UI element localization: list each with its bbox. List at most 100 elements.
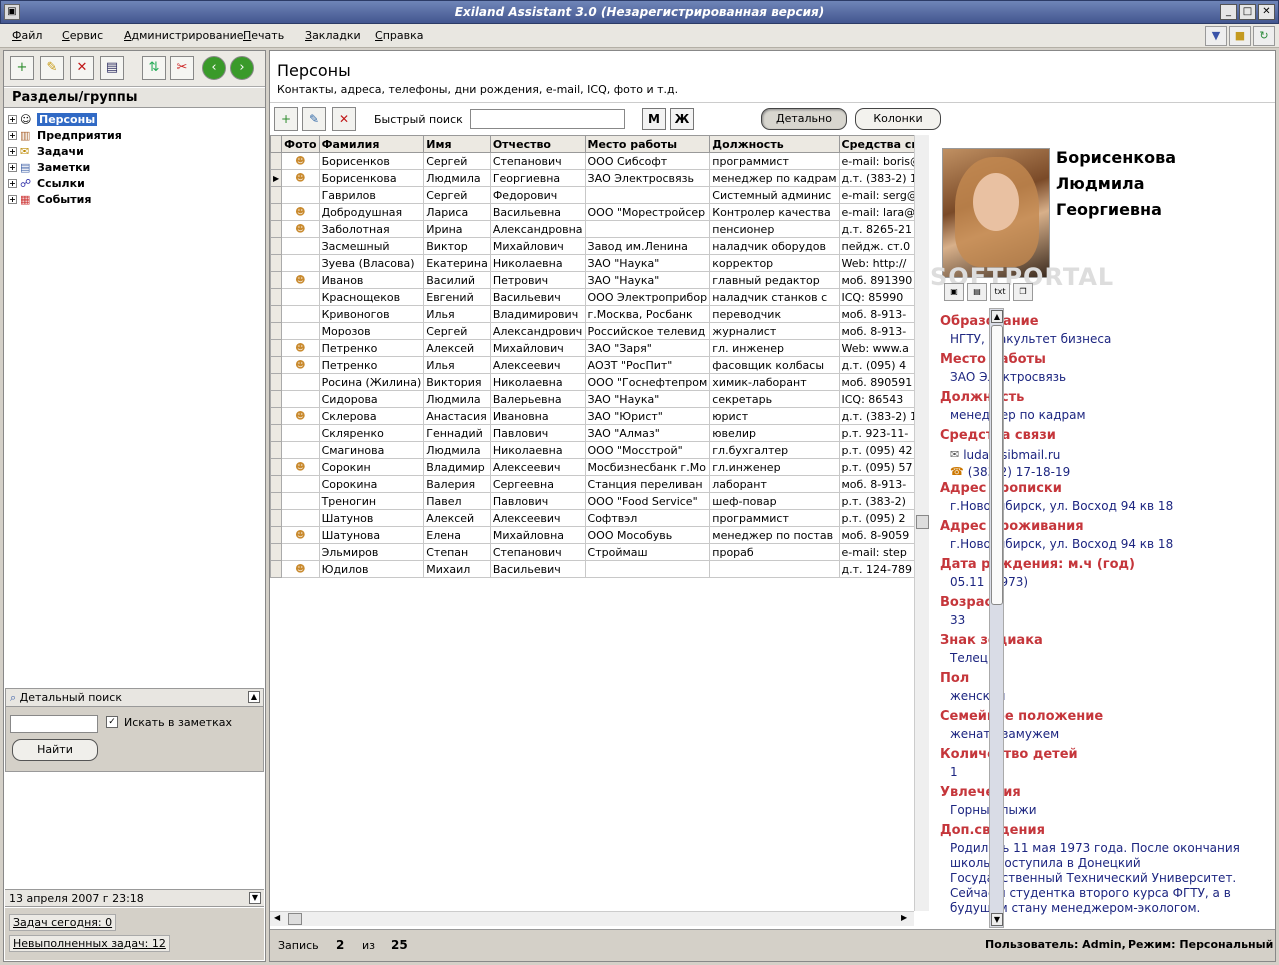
photo-open-icon[interactable]: ▣ bbox=[944, 283, 964, 301]
table-row[interactable]: Краснощеков Евгений Васильевич ООО Электроп… bbox=[270, 288, 914, 306]
scroll-right-icon[interactable]: ▶ bbox=[901, 913, 907, 922]
menu-print[interactable]: Печать bbox=[243, 29, 284, 42]
tree-item-notes[interactable]: + ▤ Заметки bbox=[8, 159, 122, 175]
expand-icon[interactable]: + bbox=[8, 130, 17, 140]
view-detail-button[interactable]: Детально bbox=[761, 108, 847, 130]
scroll-left-icon[interactable]: ◀ bbox=[274, 913, 280, 922]
scroll-down-icon[interactable]: ▼ bbox=[991, 913, 1003, 926]
close-button[interactable]: ✕ bbox=[1258, 4, 1275, 20]
forward-icon[interactable]: › bbox=[230, 56, 254, 80]
table-row[interactable]: Сорокина Валерия Сергеевна Станция перелива… bbox=[270, 475, 914, 493]
table-row[interactable]: Эльмиров Степан Степанович Строймаш прораб e-… bbox=[270, 543, 914, 561]
column-header[interactable]: Место работы bbox=[584, 135, 711, 153]
scroll-thumb[interactable] bbox=[916, 515, 929, 529]
view-columns-button[interactable]: Колонки bbox=[855, 108, 941, 130]
table-row[interactable]: ☻ Добродушная Лариса Васильевна ООО "Морестр… bbox=[270, 203, 914, 221]
refresh-icon[interactable]: ↻ bbox=[1253, 26, 1275, 46]
table-row[interactable]: ☻ Заболотная Ирина Александровна пенсионер д.… bbox=[270, 220, 914, 238]
expand-icon[interactable]: + bbox=[8, 194, 17, 204]
filter-female-button[interactable]: Ж bbox=[670, 108, 694, 130]
table-row[interactable]: Скляренко Геннадий Павлович ЗАО "Алмаз" ювел… bbox=[270, 424, 914, 442]
table-row[interactable]: ☻ Петренко Алексей Михайлович ЗАО "Заря" гл. … bbox=[270, 339, 914, 357]
photo-load-icon[interactable]: ▤ bbox=[967, 283, 987, 301]
search-notes-checkbox[interactable]: ✓ bbox=[106, 716, 118, 728]
table-row[interactable]: ☻ Петренко Илья Алексеевич АОЗТ "РосПит" фасо… bbox=[270, 356, 914, 374]
menu-admin[interactable]: Администрирование bbox=[124, 29, 244, 42]
table-cell: e-mail: serg@ bbox=[838, 186, 914, 204]
minimize-button[interactable]: _ bbox=[1220, 4, 1237, 20]
dropdown-icon[interactable]: ▼ bbox=[1205, 26, 1227, 46]
scroll-thumb[interactable] bbox=[288, 913, 302, 925]
column-header[interactable]: Фото bbox=[281, 135, 320, 153]
table-row[interactable]: ☻ Шатунова Елена Михайловна ООО Мособувь мене… bbox=[270, 526, 914, 544]
expand-icon[interactable]: + bbox=[8, 162, 17, 172]
table-row[interactable]: Шатунов Алексей Алексеевич Софтвэл программи… bbox=[270, 509, 914, 527]
column-header[interactable]: Средства связи bbox=[838, 135, 914, 153]
maximize-button[interactable]: □ bbox=[1239, 4, 1256, 20]
grid-horizontal-scrollbar[interactable]: ◀ ▶ bbox=[270, 911, 914, 926]
back-icon[interactable]: ‹ bbox=[202, 56, 226, 80]
photo-cell bbox=[281, 475, 320, 493]
tree-item-events[interactable]: + ▦ События bbox=[8, 191, 122, 207]
photo-cell bbox=[281, 254, 320, 272]
table-row[interactable]: Кривоногов Илья Владимирович г.Москва, Росб… bbox=[270, 305, 914, 323]
photo-copy-icon[interactable]: ❐ bbox=[1013, 283, 1033, 301]
find-button[interactable]: Найти bbox=[12, 739, 98, 761]
tasks-pending-link[interactable]: Невыполненных задач: 12 bbox=[9, 935, 170, 952]
grid-vertical-scrollbar[interactable] bbox=[914, 135, 929, 911]
delete-folder-icon[interactable]: ✕ bbox=[70, 56, 94, 80]
detail-scrollbar[interactable]: ▲ ▼ bbox=[989, 308, 1004, 928]
scroll-up-icon[interactable]: ▲ bbox=[991, 310, 1003, 323]
tree-item-links[interactable]: + ☍ Ссылки bbox=[8, 175, 122, 191]
tree-item-companies[interactable]: + ▥ Предприятия bbox=[8, 127, 122, 143]
table-row[interactable]: ☻ Сорокин Владимир Алексеевич Мосбизнесбанк … bbox=[270, 458, 914, 476]
table-row[interactable]: Засмешный Виктор Михайлович Завод им.Ленина… bbox=[270, 237, 914, 255]
table-row[interactable]: Росина (Жилина) Виктория Николаевна ООО "Го… bbox=[270, 373, 914, 391]
filter-male-button[interactable]: М bbox=[642, 108, 666, 130]
unlink-icon[interactable]: ✂ bbox=[170, 56, 194, 80]
tree-item-persons[interactable]: + ☺ Персоны bbox=[8, 111, 122, 127]
expand-icon[interactable]: + bbox=[8, 178, 17, 188]
table-row[interactable]: Сидорова Людмила Валерьевна ЗАО "Наука" секр… bbox=[270, 390, 914, 408]
menu-bookmarks[interactable]: Закладки bbox=[305, 29, 361, 42]
expand-icon[interactable]: + bbox=[8, 114, 17, 124]
add-folder-icon[interactable]: + bbox=[10, 56, 34, 80]
table-row[interactable]: ☻ЮдиловМихаилВасильевичд.т. 124-789г. bbox=[270, 560, 914, 578]
expand-icon[interactable]: + bbox=[8, 146, 17, 156]
table-row[interactable]: Зуева (Власова) Екатерина Николаевна ЗАО "Н… bbox=[270, 254, 914, 272]
menu-service[interactable]: Сервис bbox=[62, 29, 103, 42]
properties-icon[interactable]: ▤ bbox=[100, 56, 124, 80]
table-row[interactable]: Смагинова Людмила Николаевна ООО "Мосстрой"… bbox=[270, 441, 914, 459]
scroll-thumb[interactable] bbox=[991, 325, 1003, 605]
email-link[interactable]: luda@sibmail.ru bbox=[963, 448, 1060, 462]
tree-item-tasks[interactable]: + ✉ Задачи bbox=[8, 143, 122, 159]
table-cell: Федорович bbox=[489, 186, 586, 204]
edit-record-icon[interactable]: ✎ bbox=[302, 107, 326, 131]
table-cell: Алексей bbox=[423, 509, 491, 527]
field-label: Образование bbox=[940, 314, 1256, 332]
column-header[interactable]: Должность bbox=[709, 135, 840, 153]
column-header[interactable]: Имя bbox=[423, 135, 491, 153]
collapse-icon[interactable]: ▼ bbox=[249, 892, 261, 904]
table-row[interactable]: Морозов Сергей Александрович Российское тел… bbox=[270, 322, 914, 340]
photo-text-icon[interactable]: txt bbox=[990, 283, 1010, 301]
table-row[interactable]: ▶ ☻ Борисенкова Людмила Георгиевна ЗАО Электр… bbox=[270, 169, 914, 187]
delete-record-icon[interactable]: ✕ bbox=[332, 107, 356, 131]
table-row[interactable]: Гаврилов Сергей Федорович Системный админис… bbox=[270, 186, 914, 204]
collapse-icon[interactable]: ▲ bbox=[248, 691, 260, 703]
detail-search-input[interactable] bbox=[10, 715, 98, 733]
menu-help[interactable]: Справка bbox=[375, 29, 423, 42]
tasks-today-link[interactable]: Задач сегодня: 0 bbox=[9, 914, 117, 931]
table-row[interactable]: ☻ Склерова Анастасия Ивановна ЗАО "Юрист" юри… bbox=[270, 407, 914, 425]
quick-search-input[interactable] bbox=[470, 109, 625, 129]
column-header[interactable]: Фамилия bbox=[318, 135, 425, 153]
menu-file[interactable]: Файл bbox=[12, 29, 42, 42]
move-icon[interactable]: ⇅ bbox=[142, 56, 166, 80]
table-row[interactable]: Треногин Павел Павлович ООО "Food Service" ш… bbox=[270, 492, 914, 510]
table-row[interactable]: ☻ Иванов Василий Петрович ЗАО "Наука" главный… bbox=[270, 271, 914, 289]
lock-icon[interactable]: ■ bbox=[1229, 26, 1251, 46]
edit-folder-icon[interactable]: ✎ bbox=[40, 56, 64, 80]
column-header[interactable]: Отчество bbox=[489, 135, 586, 153]
table-row[interactable]: ☻ Борисенков Сергей Степанович ООО Сибсофт пр… bbox=[270, 152, 914, 170]
add-record-icon[interactable]: + bbox=[274, 107, 298, 131]
